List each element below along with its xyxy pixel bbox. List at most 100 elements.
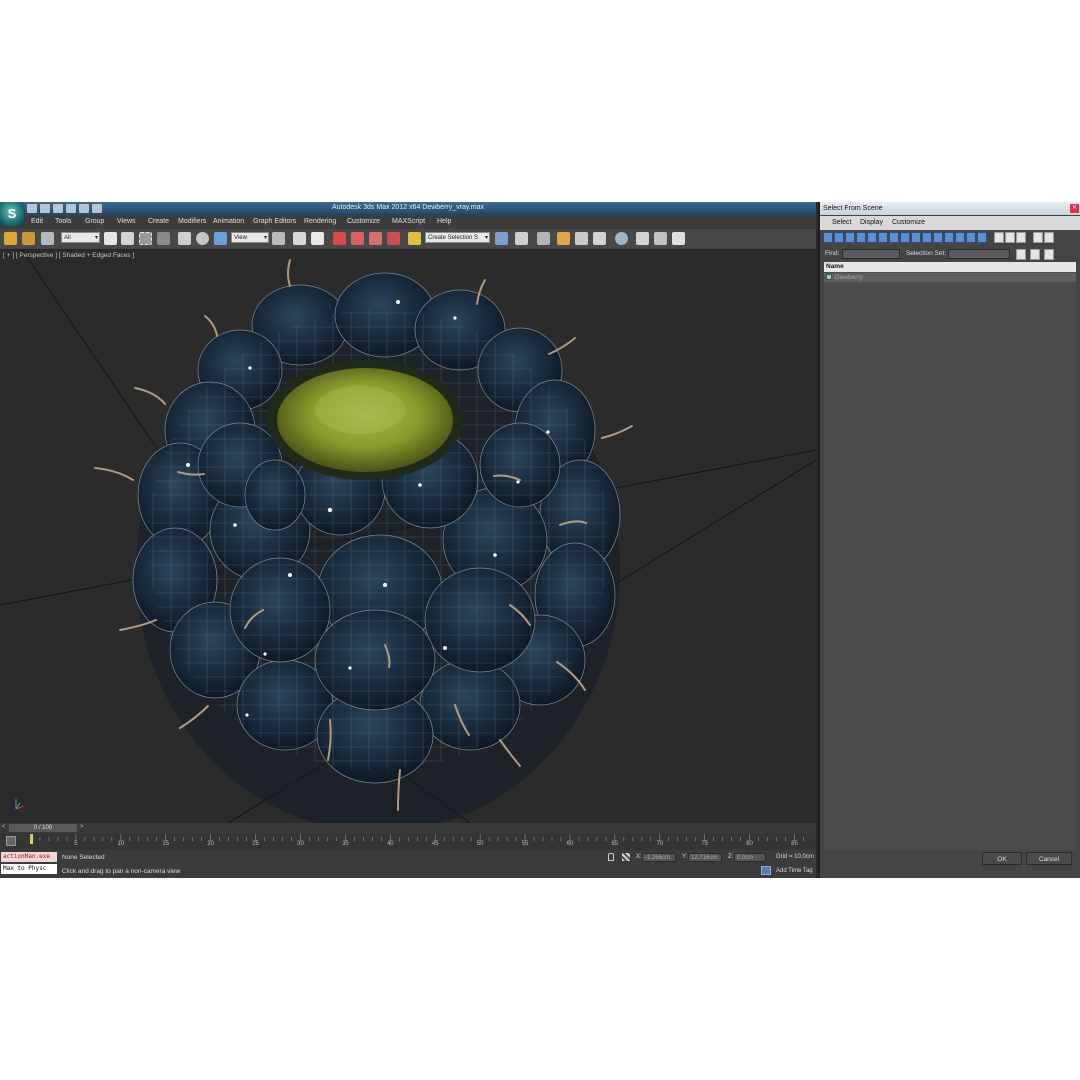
angle-snap-icon[interactable] [351, 232, 364, 245]
add-time-tag[interactable]: Add Time Tag [776, 868, 813, 874]
application-button[interactable]: S [0, 202, 24, 226]
link-icon[interactable] [4, 232, 17, 245]
display-hidden-icon[interactable] [944, 232, 954, 243]
dialog-menu-select[interactable]: Select [832, 219, 851, 226]
rectangular-selection-icon[interactable] [139, 232, 152, 245]
dewberry-model[interactable] [94, 259, 633, 823]
render-teapot-icon[interactable] [672, 232, 685, 245]
menu-help[interactable]: Help [437, 218, 451, 225]
ok-button[interactable]: OK [982, 852, 1022, 865]
x-coordinate-field[interactable]: -1,266cm [642, 853, 676, 862]
sort-icon[interactable] [1044, 232, 1054, 243]
window-crossing-icon[interactable] [157, 232, 170, 245]
curve-editor-icon[interactable] [575, 232, 588, 245]
close-icon[interactable]: ✕ [1070, 204, 1079, 213]
maxscript-listener-input[interactable]: Max to Physc [1, 864, 57, 874]
menu-animation[interactable]: Animation [213, 218, 244, 225]
select-object-icon[interactable] [104, 232, 117, 245]
percent-snap-icon[interactable] [369, 232, 382, 245]
dialog-menu-customize[interactable]: Customize [892, 219, 925, 226]
menu-graph-editors[interactable]: Graph Editors [253, 218, 296, 225]
rendered-frame-window-icon[interactable] [654, 232, 667, 245]
frame-tick-label: 80 [746, 841, 753, 847]
selection-set-dropdown[interactable] [948, 249, 1010, 259]
perspective-viewport[interactable]: [ + ] [ Perspective ] [ Shaded + Edged F… [0, 250, 816, 823]
display-lights-icon[interactable] [845, 232, 855, 243]
align-icon[interactable] [515, 232, 528, 245]
maxscript-listener-output[interactable]: actionMan.exe [1, 852, 57, 862]
list-item[interactable]: Dewberry [824, 273, 1076, 282]
select-none-icon[interactable] [1005, 232, 1015, 243]
select-by-name-icon[interactable] [121, 232, 134, 245]
time-slider-prev-icon[interactable]: < [2, 824, 6, 830]
named-selection-set-dropdown[interactable]: Create Selection S [425, 232, 490, 244]
unlink-icon[interactable] [22, 232, 35, 245]
display-helpers-icon[interactable] [867, 232, 877, 243]
keyboard-shortcut-override-icon[interactable] [311, 232, 324, 245]
selection-set-edit-icon[interactable] [1016, 249, 1026, 260]
cancel-button[interactable]: Cancel [1026, 852, 1072, 865]
selection-filter-dropdown[interactable]: All [61, 232, 100, 244]
time-slider-next-icon[interactable]: > [80, 824, 84, 830]
viewport-label[interactable]: [ + ] [ Perspective ] [ Shaded + Edged F… [3, 252, 134, 259]
material-editor-icon[interactable] [615, 232, 628, 245]
find-row: Find: Selection Set: [820, 247, 1080, 261]
menu-modifiers[interactable]: Modifiers [178, 218, 206, 225]
display-bones-icon[interactable] [911, 232, 921, 243]
display-containers-icon[interactable] [922, 232, 932, 243]
dialog-menu-display[interactable]: Display [860, 219, 883, 226]
menu-create[interactable]: Create [148, 218, 169, 225]
display-invert-icon[interactable] [977, 232, 987, 243]
pivot-center-icon[interactable] [272, 232, 285, 245]
y-coordinate-field[interactable]: 12,716cm [688, 853, 722, 862]
mirror-icon[interactable] [495, 232, 508, 245]
bind-space-warp-icon[interactable] [41, 232, 54, 245]
select-all-icon[interactable] [994, 232, 1004, 243]
graphite-modeling-icon[interactable] [557, 232, 570, 245]
menu-views[interactable]: Views [117, 218, 136, 225]
rotate-icon[interactable] [196, 232, 209, 245]
menu-tools[interactable]: Tools [55, 218, 71, 225]
display-frozen-icon[interactable] [933, 232, 943, 243]
display-geometry-icon[interactable] [823, 232, 833, 243]
object-list[interactable]: Dewberry [824, 272, 1076, 850]
layer-manager-icon[interactable] [537, 232, 550, 245]
selection-lock-icon[interactable] [608, 853, 614, 861]
selection-set-delete-icon[interactable] [1044, 249, 1054, 260]
time-tag-icon[interactable] [761, 866, 771, 875]
display-none-icon[interactable] [966, 232, 976, 243]
z-coordinate-field[interactable]: 0,0cm [734, 853, 766, 862]
reference-coordinate-dropdown[interactable]: View [231, 232, 269, 244]
x-label: X: [636, 854, 642, 860]
display-shapes-icon[interactable] [834, 232, 844, 243]
move-icon[interactable] [178, 232, 191, 245]
menu-edit[interactable]: Edit [31, 218, 43, 225]
menu-rendering[interactable]: Rendering [304, 218, 336, 225]
find-input[interactable] [842, 249, 900, 259]
spinner-snap-icon[interactable] [387, 232, 400, 245]
selection-set-save-icon[interactable] [1030, 249, 1040, 260]
menu-group[interactable]: Group [85, 218, 104, 225]
edit-named-selection-icon[interactable] [408, 232, 421, 245]
display-xrefs-icon[interactable] [900, 232, 910, 243]
display-groups-icon[interactable] [889, 232, 899, 243]
menu-customize[interactable]: Customize [347, 218, 380, 225]
time-slider-knob[interactable]: 0 / 100 [9, 824, 77, 832]
snaps-toggle-icon[interactable] [333, 232, 346, 245]
scale-icon[interactable] [214, 232, 227, 245]
menu-maxscript[interactable]: MAXScript [392, 218, 425, 225]
select-manipulate-icon[interactable] [293, 232, 306, 245]
name-column-header[interactable]: Name [824, 262, 1076, 272]
time-slider[interactable]: < 0 / 100 > [0, 823, 816, 833]
display-cameras-icon[interactable] [856, 232, 866, 243]
select-invert-icon[interactable] [1016, 232, 1026, 243]
schematic-view-icon[interactable] [593, 232, 606, 245]
filter-icon[interactable] [1033, 232, 1043, 243]
display-all-icon[interactable] [955, 232, 965, 243]
track-bar[interactable]: 5 10 15 20 25 30 35 40 45 50 55 60 65 70 75 80 85 [0, 833, 816, 850]
screenshot-frame: Autodesk 3ds Max 2012 x64 Dewberry_vray.… [0, 202, 1080, 878]
render-setup-icon[interactable] [636, 232, 649, 245]
dialog-filter-toolbar [823, 232, 1054, 246]
display-space-warps-icon[interactable] [878, 232, 888, 243]
absolute-mode-icon[interactable] [622, 853, 630, 861]
